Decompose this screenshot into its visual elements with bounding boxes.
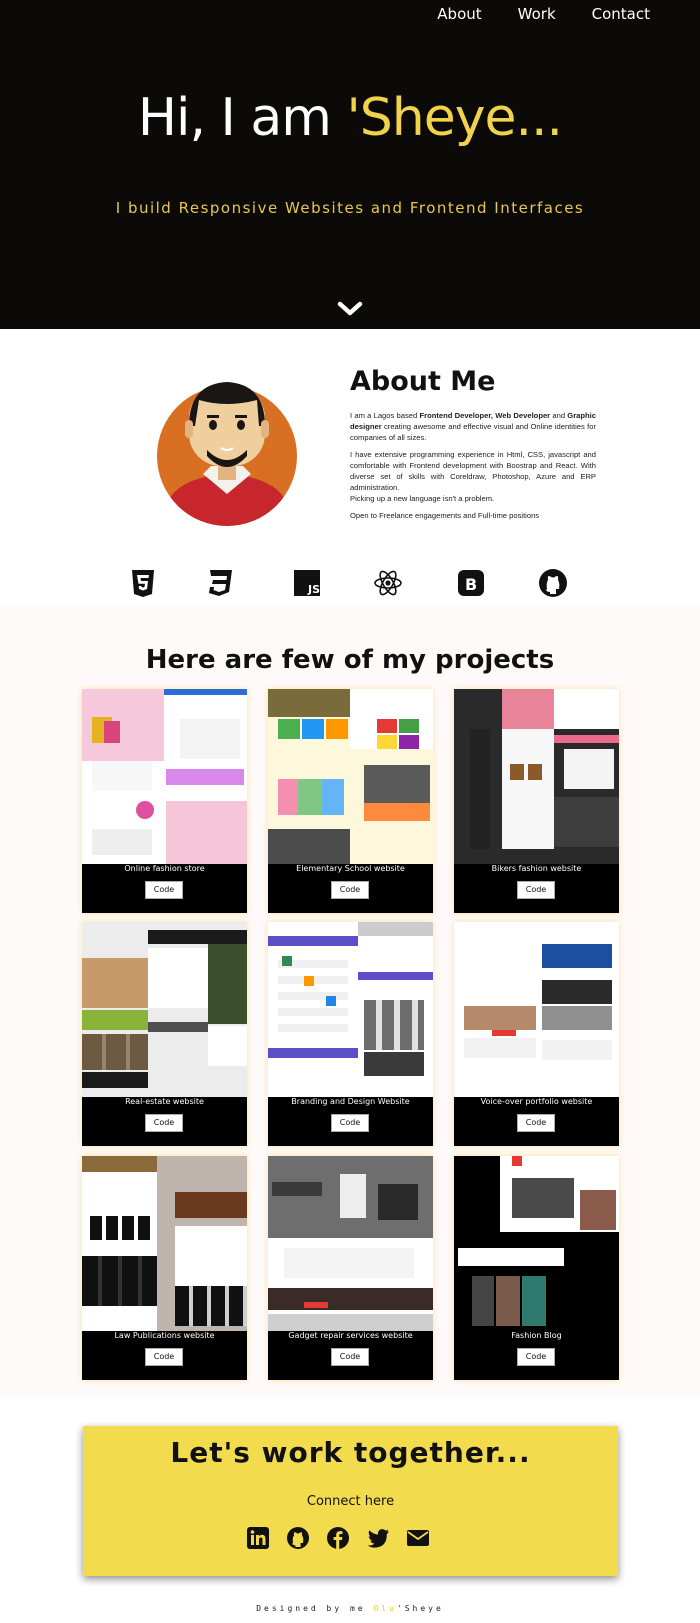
email-icon[interactable] [406, 1526, 430, 1550]
skills-row: JS B [0, 568, 700, 600]
about-text: I am a Lagos based Frontend Developer, W… [350, 410, 596, 527]
project-screenshot [268, 689, 433, 864]
github-icon [539, 569, 567, 597]
about-paragraph-1: I am a Lagos based Frontend Developer, W… [350, 411, 596, 442]
github-icon[interactable] [286, 1526, 310, 1550]
project-screenshot [82, 689, 247, 864]
project-card: Law Publications website Code [82, 1156, 247, 1380]
footer-credit: Designed by me Olu'Sheye [0, 1604, 700, 1613]
hero-name: 'Sheye... [346, 88, 563, 148]
bootstrap-icon: B [458, 570, 484, 596]
project-title: Online fashion store [124, 864, 205, 873]
code-button[interactable]: Code [517, 1348, 555, 1366]
project-title: Fashion Blog [511, 1331, 562, 1340]
project-card: Bikers fashion website Code [454, 689, 619, 913]
project-card: Branding and Design Website Code [268, 922, 433, 1146]
project-title: Elementary School website [296, 864, 405, 873]
javascript-icon: JS [294, 570, 320, 596]
hero-tagline: I build Responsive Websites and Frontend… [115, 199, 585, 217]
project-title: Branding and Design Website [291, 1097, 410, 1106]
project-card: Elementary School website Code [268, 689, 433, 913]
svg-text:JS: JS [307, 583, 320, 596]
project-title: Bikers fashion website [491, 864, 582, 873]
contact-subtitle: Connect here [306, 1494, 395, 1509]
project-card: Fashion Blog Code [454, 1156, 619, 1380]
hero-title: Hi, I am 'Sheye... [0, 88, 700, 148]
code-button[interactable]: Code [331, 1114, 369, 1132]
project-card: Voice-over portfolio website Code [454, 922, 619, 1146]
css3-icon [209, 570, 232, 596]
footer-prefix: Designed by me [256, 1604, 374, 1613]
project-title: Gadget repair services website [288, 1331, 413, 1340]
footer-accent: Olu [373, 1604, 397, 1613]
project-screenshot [454, 689, 619, 864]
contact-section: Let's work together... Connect here [83, 1426, 618, 1576]
project-title: Voice-over portfolio website [480, 1097, 593, 1106]
footer-suffix: 'Sheye [396, 1604, 444, 1613]
avatar [157, 382, 297, 526]
contact-title: Let's work together... [170, 1436, 531, 1469]
nav-about-link[interactable]: About [437, 5, 481, 23]
hero-section: About Work Contact Hi, I am 'Sheye... I … [0, 0, 700, 329]
nav-work-link[interactable]: Work [518, 5, 556, 23]
code-button[interactable]: Code [517, 1114, 555, 1132]
project-card: Real-estate website Code [82, 922, 247, 1146]
facebook-icon[interactable] [326, 1526, 350, 1550]
project-title: Real-estate website [125, 1097, 204, 1106]
twitter-icon[interactable] [366, 1526, 390, 1550]
project-screenshot [454, 922, 619, 1097]
svg-text:B: B [465, 575, 477, 594]
projects-title: Here are few of my projects [145, 645, 555, 675]
project-screenshot [268, 922, 433, 1097]
project-screenshot [82, 922, 247, 1097]
code-button[interactable]: Code [145, 881, 183, 899]
code-button[interactable]: Code [145, 1348, 183, 1366]
project-screenshot [82, 1156, 247, 1331]
social-links [246, 1526, 466, 1552]
project-title: Law Publications website [114, 1331, 215, 1340]
code-button[interactable]: Code [145, 1114, 183, 1132]
about-paragraph-3: Open to Freelance engagements and Full-t… [350, 511, 540, 520]
html5-icon [132, 570, 154, 597]
project-card: Gadget repair services website Code [268, 1156, 433, 1380]
project-screenshot [268, 1156, 433, 1331]
chevron-down-icon[interactable] [337, 300, 363, 318]
hero-greeting: Hi, I am [137, 88, 347, 148]
about-paragraph-2: I have extensive programming experience … [350, 450, 596, 503]
linkedin-icon[interactable] [246, 1526, 270, 1550]
code-button[interactable]: Code [331, 881, 369, 899]
project-card: Online fashion store Code [82, 689, 247, 913]
nav-contact-link[interactable]: Contact [592, 5, 650, 23]
projects-section: Here are few of my projects Online fashi… [0, 606, 700, 1396]
project-screenshot [454, 1156, 619, 1331]
about-title: About Me [350, 366, 496, 397]
top-nav: About Work Contact [401, 5, 650, 23]
react-icon [374, 570, 402, 596]
code-button[interactable]: Code [517, 881, 555, 899]
code-button[interactable]: Code [331, 1348, 369, 1366]
